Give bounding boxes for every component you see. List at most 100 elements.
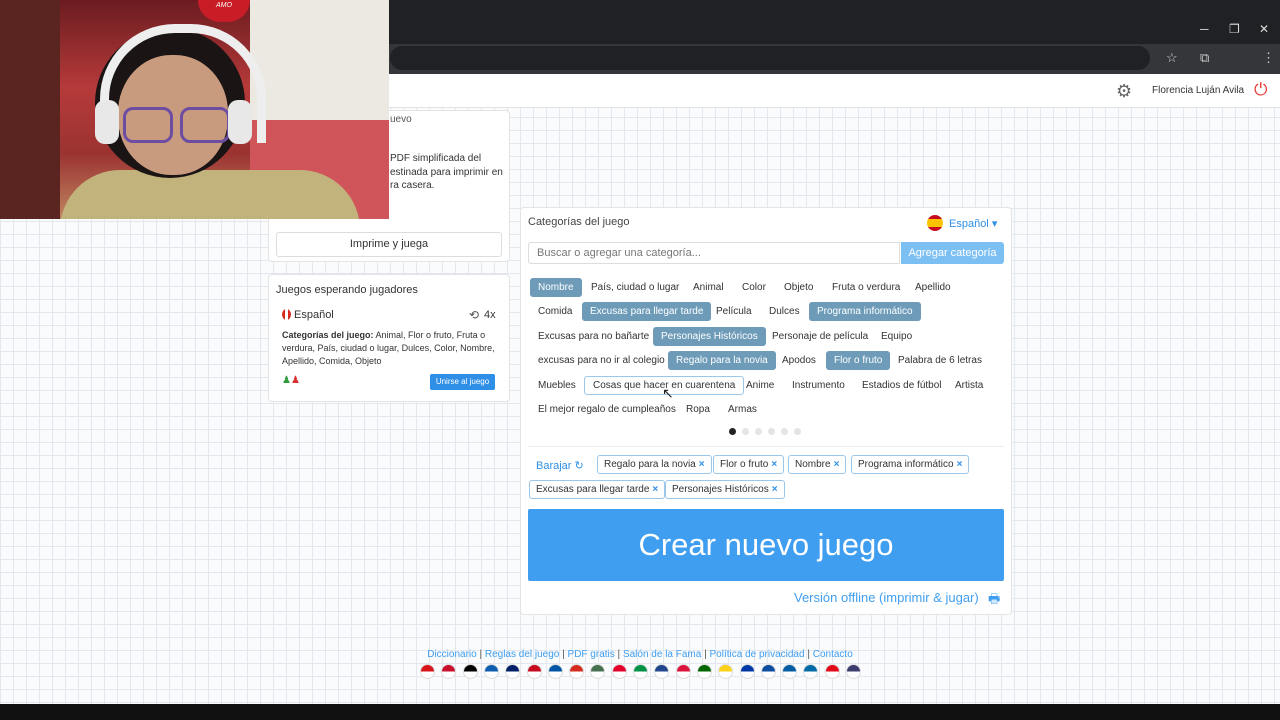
remove-chip-icon[interactable]: × — [699, 459, 705, 470]
category-tag[interactable]: Personaje de película — [764, 327, 876, 346]
category-tag[interactable]: Programa informático — [809, 302, 921, 321]
language-flag-icon[interactable] — [696, 664, 712, 679]
language-flag-icon[interactable] — [611, 664, 627, 679]
add-category-button[interactable]: Agregar categoría — [901, 242, 1004, 264]
language-flag-icon[interactable] — [718, 664, 734, 679]
category-tag[interactable]: Color — [734, 278, 774, 297]
minimize-icon[interactable]: ─ — [1200, 22, 1209, 36]
browser-menu-icon[interactable]: ⋮ — [1262, 50, 1275, 66]
print-and-play-button[interactable]: Imprime y juega — [276, 232, 502, 257]
create-game-button[interactable]: Crear nuevo juego — [528, 509, 1004, 581]
category-tag[interactable]: Comida — [530, 302, 580, 321]
language-flag-icon[interactable] — [633, 664, 648, 679]
category-tag[interactable]: Anime — [738, 376, 782, 395]
language-selector[interactable]: Español ▾ — [949, 217, 997, 230]
footer-link-salon[interactable]: Salón de la Fama — [623, 649, 701, 660]
category-tag[interactable]: Apodos — [774, 351, 824, 370]
join-game-button[interactable]: Unirse al juego — [430, 374, 495, 390]
category-tag[interactable]: País, ciudad o lugar — [583, 278, 687, 297]
pager-dot[interactable] — [794, 428, 801, 435]
selected-chip[interactable]: Personajes Históricos × — [665, 480, 785, 499]
language-flag-icon[interactable] — [441, 664, 457, 679]
language-flag-icon[interactable] — [420, 664, 435, 679]
category-tag[interactable]: Flor o fruto — [826, 351, 891, 370]
category-tag[interactable]: Objeto — [776, 278, 821, 297]
close-icon[interactable]: ✕ — [1259, 22, 1269, 36]
pager-dot[interactable] — [781, 428, 788, 435]
category-tag[interactable]: Personajes Históricos — [653, 327, 766, 346]
language-flag-icon[interactable] — [760, 664, 776, 679]
category-tag[interactable]: Fruta o verdura — [824, 278, 908, 297]
language-flag-icon[interactable] — [824, 664, 840, 679]
language-flag-icon[interactable] — [569, 664, 585, 679]
category-search-input[interactable] — [528, 242, 900, 264]
category-tag[interactable]: Dulces — [761, 302, 808, 321]
pager-dot[interactable] — [755, 428, 762, 435]
pager-dot[interactable] — [768, 428, 775, 435]
game-categories: Categorías del juego: Animal, Flor o fru… — [282, 329, 498, 368]
remove-chip-icon[interactable]: × — [957, 459, 963, 470]
language-flag-icon[interactable] — [462, 664, 478, 679]
selected-chip[interactable]: Nombre × — [788, 455, 847, 474]
category-tag[interactable]: Muebles — [530, 376, 584, 395]
category-tag[interactable]: Apellido — [907, 278, 959, 297]
selected-chip[interactable]: Flor o fruto × — [713, 455, 785, 474]
language-flag-icon[interactable] — [782, 664, 798, 679]
category-tag[interactable]: Excusas para no bañarte — [530, 327, 657, 346]
language-flag-icon[interactable] — [505, 664, 521, 679]
rounds-icon: ⟲ — [469, 308, 480, 322]
remove-chip-icon[interactable]: × — [772, 484, 778, 495]
category-tag[interactable]: Animal — [685, 278, 732, 297]
category-tag[interactable]: Artista — [947, 376, 991, 395]
language-flag-icon[interactable] — [483, 664, 499, 679]
category-tag[interactable]: Ropa — [678, 400, 718, 419]
category-tag[interactable]: Palabra de 6 letras — [890, 351, 990, 370]
category-tag[interactable]: Armas — [720, 400, 765, 419]
shuffle-button[interactable]: Barajar ↻ — [536, 459, 584, 472]
logout-icon[interactable]: ⏻ — [1254, 80, 1267, 100]
footer-link-pdf[interactable]: PDF gratis — [568, 649, 615, 660]
language-flag-icon[interactable] — [654, 664, 670, 679]
remove-chip-icon[interactable]: × — [652, 484, 658, 495]
category-tag[interactable]: Película — [708, 302, 760, 321]
language-flag-icon[interactable] — [739, 664, 755, 679]
selected-chip[interactable]: Excusas para llegar tarde × — [529, 480, 666, 499]
bookmark-star-icon[interactable]: ☆ — [1166, 50, 1178, 66]
category-tag[interactable]: Estadios de fútbol — [854, 376, 950, 395]
selected-chip[interactable]: Programa informático × — [851, 455, 970, 474]
footer-link-privacidad[interactable]: Política de privacidad — [710, 649, 805, 660]
maximize-icon[interactable]: ❐ — [1229, 22, 1240, 36]
remove-chip-icon[interactable]: × — [771, 459, 777, 470]
footer-link-diccionario[interactable]: Diccionario — [427, 649, 476, 660]
category-tag[interactable]: Regalo para la novia — [668, 351, 776, 370]
category-tag[interactable]: Equipo — [873, 327, 920, 346]
footer-link-reglas[interactable]: Reglas del juego — [485, 649, 560, 660]
settings-icon[interactable]: ⚙ — [1116, 81, 1132, 102]
selected-chip[interactable]: Regalo para la novia × — [597, 455, 712, 474]
offline-version-link[interactable]: Versión offline (imprimir & jugar) — [794, 590, 979, 605]
extensions-icon[interactable]: ⧉ — [1200, 50, 1209, 66]
category-tag[interactable]: Instrumento — [784, 376, 853, 395]
category-tag[interactable]: excusas para no ir al colegio — [530, 351, 673, 370]
language-flag-icon[interactable] — [803, 664, 819, 679]
language-flag-icon[interactable] — [590, 664, 606, 679]
category-tag[interactable]: Nombre — [530, 278, 582, 297]
language-flag-icon[interactable] — [675, 664, 691, 679]
category-tag[interactable]: Excusas para llegar tarde — [582, 302, 712, 321]
spain-flag-icon[interactable] — [927, 215, 943, 231]
user-name[interactable]: Florencia Luján Avila — [1152, 85, 1244, 96]
footer-link-contacto[interactable]: Contacto — [813, 649, 853, 660]
category-tag[interactable]: El mejor regalo de cumpleaños — [530, 400, 684, 419]
remove-chip-icon[interactable]: × — [834, 459, 840, 470]
language-flag-icon[interactable] — [547, 664, 563, 679]
language-flag-icon[interactable] — [526, 664, 542, 679]
webcam-overlay: AMO — [0, 0, 389, 219]
pager-dot[interactable] — [729, 428, 736, 435]
pdf-desc-line: PDF simplificada del — [390, 153, 482, 164]
game-multiplier: 4x — [484, 309, 496, 321]
pager-dot[interactable] — [742, 428, 749, 435]
pdf-desc-line: ra casera. — [390, 180, 435, 191]
language-flag-icon[interactable] — [846, 664, 861, 679]
address-bar[interactable] — [390, 46, 1150, 70]
printer-icon: 🖶 — [988, 591, 1001, 606]
